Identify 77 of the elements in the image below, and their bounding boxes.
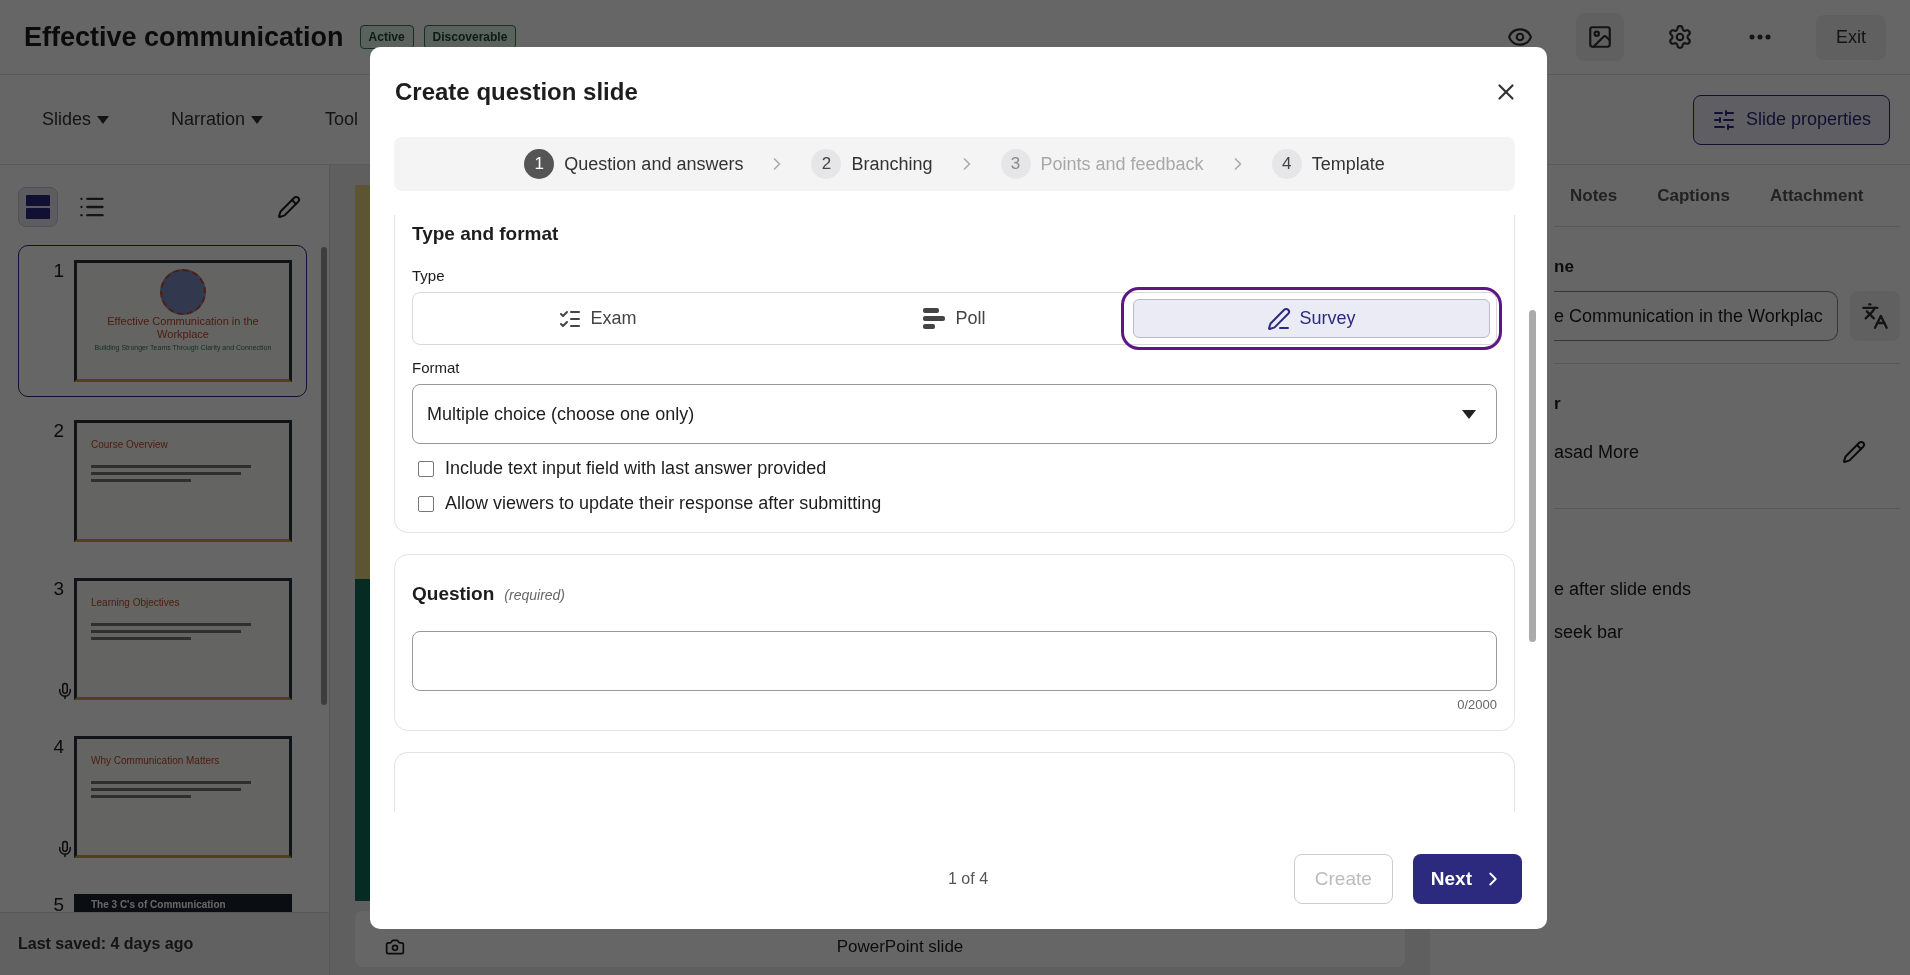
slide-number: 1 [53,260,64,282]
slide-title: Why Communication Matters [91,755,220,767]
stacked-rectangles-icon [25,194,51,220]
status-badge: Active [359,25,414,49]
photo-placeholder [160,269,206,315]
page-indicator: 1 of 4 [948,870,989,888]
camera-icon [385,937,405,957]
pencil-icon[interactable] [1842,440,1866,464]
slide-title: Course Overview [91,439,168,451]
caret-icon [1462,409,1476,419]
next-button[interactable]: Next [1412,854,1522,904]
section-heading: Type and format [412,223,560,245]
slide-properties-button[interactable]: Slide properties [1692,94,1890,145]
translate-button[interactable] [1850,291,1900,341]
properties-tab[interactable]: Notes [1570,185,1618,206]
image-icon [1587,24,1613,50]
image-button[interactable] [1576,13,1624,61]
author-name: asad More [1554,441,1640,463]
caret-icon [97,115,110,124]
properties-tab[interactable]: Attachment [1769,185,1864,206]
checkbox-label: Include text input field with last answer provided [445,458,827,479]
step-number: 3 [1000,149,1031,179]
pen-icon [1267,306,1292,331]
sliders-icon [1711,107,1736,132]
step-number: 1 [524,149,555,179]
slide-list-item[interactable]: 5 The 3 C's of Communication [18,879,307,912]
step-label[interactable]: Question and answers [564,153,744,175]
field-label: ne [1554,257,1575,277]
save-status: Last saved: 4 days ago [0,912,329,975]
field-label: Format [412,359,461,376]
course-title: Effective communication [24,21,344,53]
field-label: Type [412,267,446,284]
dialog-title: Create question slide [395,78,638,106]
slide-number: 5 [53,894,64,912]
format-dropdown[interactable]: Multiple choice (choose one only) [412,384,1497,444]
name-field[interactable]: e Communication in the Workplac [1554,291,1838,341]
step-label[interactable]: Branching [851,153,933,175]
menu-button[interactable]: Narration [171,109,264,130]
section-heading: Question [412,583,495,605]
slide-list-item[interactable]: 2 Course Overview [18,405,307,555]
slide-title: Learning Objectives [91,597,180,609]
slide-list-item[interactable]: 3 Learning Objectives [18,563,307,713]
slide-list-item[interactable]: 4 Why Communication Matters [18,721,307,871]
menu-button[interactable]: Slides [42,109,110,130]
scrollbar-thumb[interactable] [1529,310,1536,642]
menu-button[interactable]: Tool [325,109,359,130]
more-icon [1749,34,1771,40]
type-option[interactable]: Poll [776,299,1133,338]
step-label[interactable]: Template [1311,153,1385,175]
properties-tab[interactable]: Captions [1657,185,1730,206]
settings-icon [1667,24,1693,50]
slide-number: 3 [53,578,64,600]
bars-icon [923,307,948,330]
slide-type-label: PowerPoint slide [836,937,964,957]
exit-button[interactable]: Exit [1816,14,1886,60]
translate-icon [1861,302,1889,330]
option-label: e after slide ends [1554,579,1693,600]
slide-title: Effective Communication in the Workplace [106,315,260,342]
checkbox[interactable] [418,460,434,477]
slide-number: 2 [53,420,64,442]
caret-icon [251,115,264,124]
step-number: 2 [811,149,842,179]
status-badge: Discoverable [423,25,517,49]
step-label: Points and feedback [1040,153,1204,175]
checkbox[interactable] [418,495,434,512]
checkbox-label: Allow viewers to update their response after submitting [445,493,882,514]
slide-number: 4 [53,736,64,758]
pencil-icon[interactable] [277,195,301,219]
question-input[interactable] [412,631,1497,691]
field-label: r [1554,394,1562,414]
required-hint: (required) [504,587,566,603]
character-counter: 0/2000 [1457,697,1497,712]
slide-title: The 3 C's of Communication [91,899,226,911]
step-number: 4 [1271,149,1302,179]
type-option[interactable]: Exam [419,299,776,338]
option-label: seek bar [1554,622,1625,643]
grid-view-button[interactable] [18,187,58,227]
